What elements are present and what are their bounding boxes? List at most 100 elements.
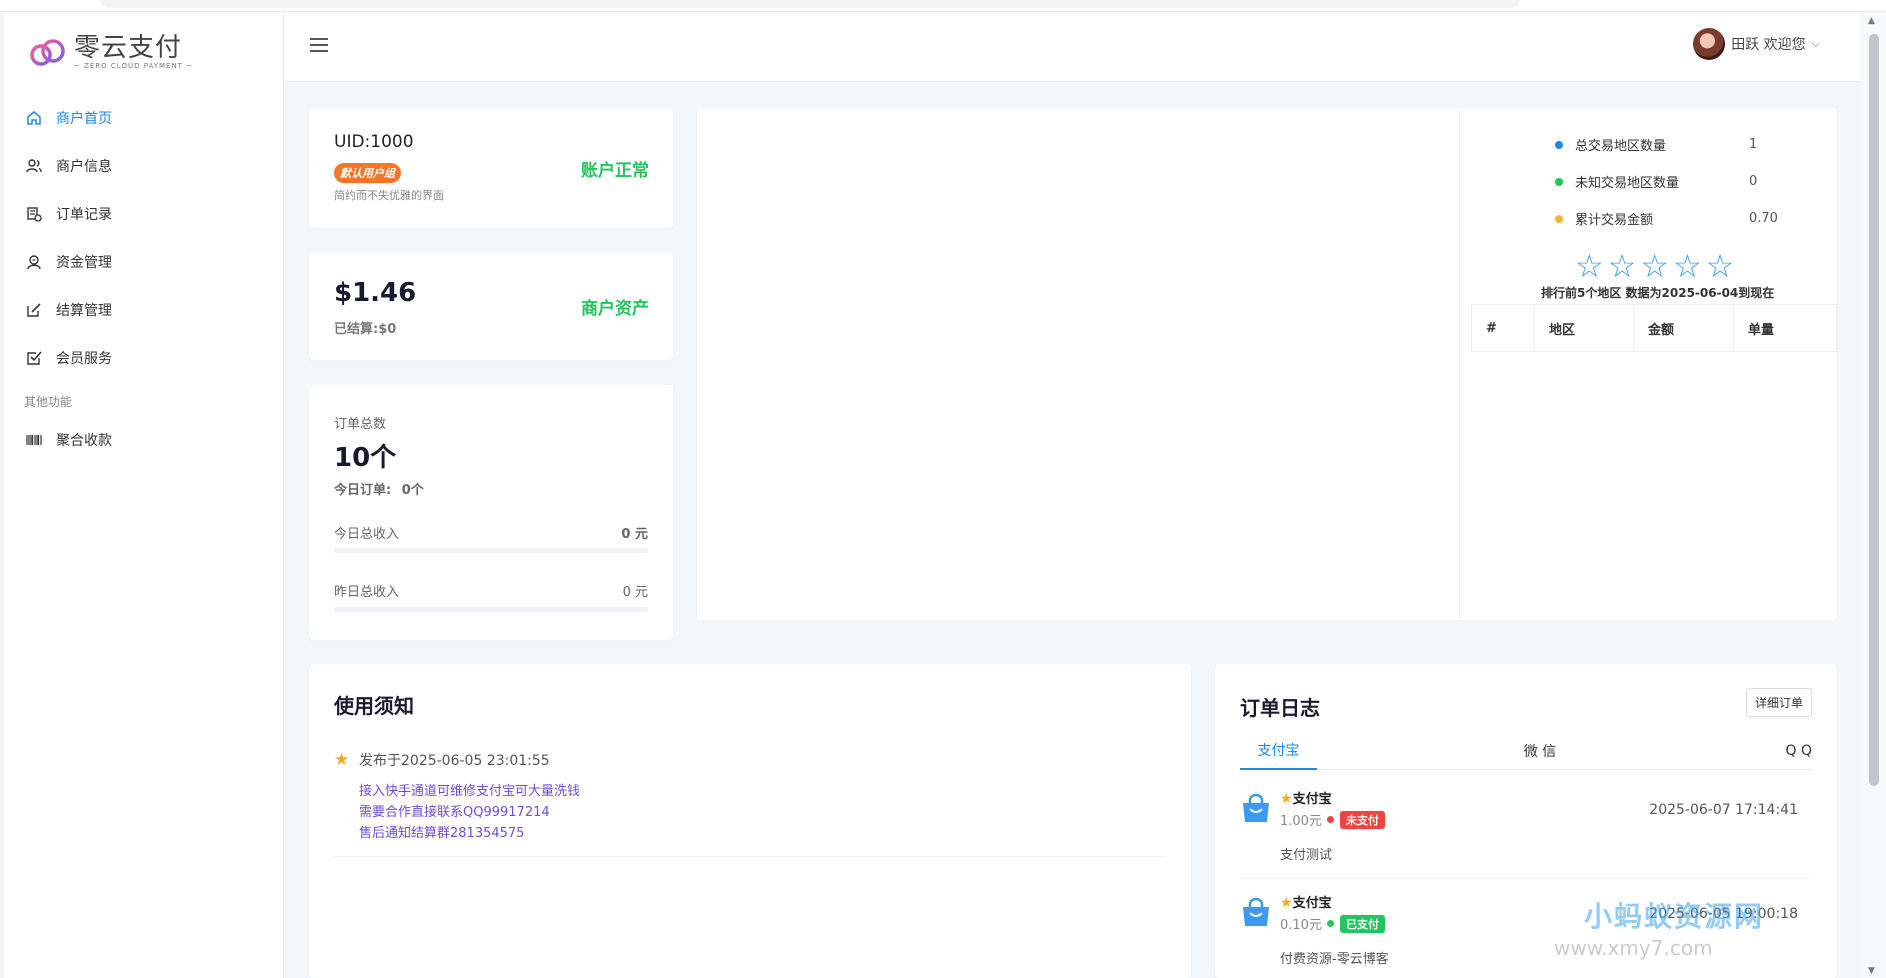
column-header: 金额 [1634,305,1734,351]
tab-qq[interactable]: Q Q [1763,732,1813,770]
sidebar-item-label: 商户首页 [56,111,112,127]
sidebar-item-funds[interactable]: 资金管理 [4,238,284,286]
notice-line: 接入快手通道可维修支付宝可大量洗钱 [359,784,581,799]
account-card: UID:1000 默认用户组 简约而不失优雅的界面 账户正常 [309,108,673,228]
star-icon: ☆ [1575,247,1604,285]
yesterday-income-progress [334,607,648,612]
stat-value: 0 [1749,174,1758,189]
rank-caption: 排行前5个地区 数据为2025-06-04到现在 [1541,286,1775,300]
sidebar-item-settlement[interactable]: 结算管理 [4,286,284,334]
order-description: 付费资源-零云博客 [1280,952,1389,967]
orders-card: 订单总数 10个 今日订单: 0个 今日总收入 0 元 昨日总收入 0 元 [309,385,673,640]
sidebar-item-label: 资金管理 [56,255,112,271]
yesterday-income-value: 0 元 [622,585,648,600]
barcode-icon [24,430,44,450]
payment-tabs: 支付宝 微 信 Q Q [1240,732,1812,770]
yesterday-income-row: 昨日总收入 0 元 [334,581,648,600]
scrollbar-thumb[interactable] [1869,34,1879,786]
star-icon: ☆ [1705,247,1735,285]
asset-label: 商户资产 [581,299,649,319]
notice-line: 售后通知结算群281354575 [359,826,525,841]
column-header: 地区 [1535,305,1634,351]
orders-total-value: 10个 [334,443,397,473]
status-badge: 已支付 [1339,914,1385,933]
orders-today-label: 今日订单: [334,483,392,498]
sidebar-item-label: 结算管理 [56,303,112,319]
page-scrollbar[interactable]: ▲ ▼ [1862,12,1886,978]
account-slogan: 简约而不失优雅的界面 [334,189,444,202]
stat-row: 未知交易地区数量 0 [1555,163,1815,200]
scroll-down-icon[interactable]: ▼ [1868,966,1875,976]
tab-alipay[interactable]: 支付宝 [1240,732,1317,770]
order-time: 2025-06-07 17:14:41 [1649,802,1798,818]
chevron-down-icon: ⌵ [1811,37,1820,50]
top-header: 田跃 欢迎您 ⌵ [284,12,1860,82]
sidebar-item-label: 订单记录 [56,207,112,223]
avatar [1693,28,1726,60]
order-amount: 1.00元 [1280,814,1322,829]
stat-row: 总交易地区数量 1 [1555,126,1815,163]
scroll-up-icon[interactable]: ▲ [1868,16,1875,26]
stat-dot [1555,140,1563,149]
menu-toggle-icon[interactable] [310,38,328,54]
stat-row: 累计交易金额 0.70 [1555,200,1815,237]
order-details-button[interactable]: 详细订单 [1745,688,1812,717]
stat-label: 累计交易金额 [1575,213,1654,228]
order-log-entry[interactable]: ★支付宝 1.00元 未支付 2025-06-07 17:14:41 支付测试 [1240,784,1812,888]
order-channel: ★支付宝 [1280,895,1332,911]
user-group-badge: 默认用户组 [334,163,401,183]
checkbox-icon [24,348,44,368]
brand-title: 零云支付 [74,33,183,63]
receipt-icon [24,204,44,224]
star-icon: ★ [334,750,350,770]
brand-subtitle: ~ ZERO CLOUD PAYMENT ~ [74,62,194,70]
sidebar-section-title: 其他功能 [24,395,73,409]
notice-title: 使用须知 [334,694,414,718]
order-amount: 0.10元 [1280,918,1322,933]
divider [1459,108,1460,620]
sidebar-item-merchant-info[interactable]: 商户信息 [4,142,284,190]
rank-table-header: # 地区 金额 单量 [1471,304,1837,352]
stat-dot [1555,214,1563,223]
sidebar-item-label: 会员服务 [56,351,112,367]
watermark-url: www.xmy7.com [1554,936,1713,960]
shopping-bag-icon [1240,793,1272,824]
today-income-label: 今日总收入 [334,527,400,542]
users-icon [24,156,44,176]
address-bar[interactable] [100,0,1520,8]
notice-date: 发布于2025-06-05 23:01:55 [359,753,550,769]
asset-amount: $1.46 [334,278,417,308]
account-status: 账户正常 [581,161,649,181]
order-channel: ★支付宝 [1280,791,1332,807]
order-channel-name: 支付宝 [1292,792,1332,807]
divider [334,856,1166,857]
sidebar-item-orders[interactable]: 订单记录 [4,190,284,238]
shopping-bag-icon [1240,897,1272,928]
order-amount-row: 0.10元 已支付 [1280,914,1385,933]
orders-today-value: 0个 [401,483,424,498]
sidebar-item-aggregate-pay[interactable]: 聚合收款 [4,416,284,464]
notice-line: 需要合作直接联系QQ99917214 [359,805,550,820]
column-header: # [1472,305,1535,351]
home-icon [24,108,44,128]
user-menu[interactable]: 田跃 欢迎您 ⌵ [1693,28,1820,60]
sidebar-item-home[interactable]: 商户首页 [4,94,284,142]
status-dot [1326,816,1334,823]
stat-dot [1555,177,1563,186]
edit-icon [24,300,44,320]
order-log-title: 订单日志 [1240,696,1320,720]
settled-amount: 已结算:$0 [334,322,397,337]
browser-toolbar [0,0,1886,12]
stat-value: 0.70 [1749,211,1778,226]
sidebar: 零云支付 ~ ZERO CLOUD PAYMENT ~ 商户首页 商户信息 订单… [4,12,284,978]
order-channel-name: 支付宝 [1292,896,1332,911]
yesterday-income-label: 昨日总收入 [334,585,400,600]
sidebar-item-membership[interactable]: 会员服务 [4,334,284,382]
region-map-card: 总交易地区数量 1 未知交易地区数量 0 累计交易金额 0.70 ☆ ☆ ☆ ☆… [697,108,1837,620]
brand-logo[interactable]: 零云支付 ~ ZERO CLOUD PAYMENT ~ [28,34,193,70]
today-income-value: 0 元 [621,527,648,542]
tab-wechat[interactable]: 微 信 [1317,732,1763,770]
user-greeting: 田跃 欢迎您 [1731,37,1806,53]
sidebar-nav: 商户首页 商户信息 订单记录 资金管理 结算管理 会员服务 其他功能 聚合收款 [4,94,284,464]
orders-today: 今日订单: 0个 [334,479,424,498]
